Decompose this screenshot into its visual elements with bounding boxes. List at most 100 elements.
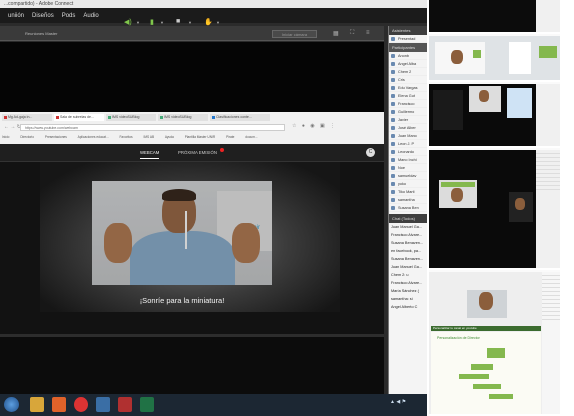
favicon-icon [212,116,215,119]
file-explorer-icon[interactable] [30,397,44,412]
chat-message: Juan Manuel Ga... [391,225,423,229]
participant-row[interactable]: Tiko Marti [389,188,427,196]
favicon-icon [160,116,163,119]
firefox-icon[interactable] [52,397,66,412]
thumbnail-1 [429,0,562,34]
bookmark-item[interactable]: IMS AB [143,135,154,139]
bookmark-item[interactable]: Pirate [226,135,234,139]
bookmark-item[interactable]: docum... [245,135,257,139]
participant-row[interactable]: Mano Inchi [389,156,427,164]
address-bar[interactable]: https://www.youtube.com/webcam [20,124,285,131]
user-icon [391,166,395,170]
participant-row[interactable]: Leon J. P [389,140,427,148]
slide-body [431,332,541,414]
participant-row[interactable]: Juan Mano [389,132,427,140]
participant-row[interactable]: Guillermo [389,108,427,116]
participant-name: Edu Vargas [398,86,418,90]
tab-webcam[interactable]: WEBCAM [140,150,160,159]
speaker-icon[interactable]: ◀) [124,18,132,26]
raise-hand-icon[interactable]: ✋ [204,18,213,26]
shared-browser-chrome: Mg Ad-gaja in... Sala de subrelas de... … [0,112,384,144]
browser-tab[interactable]: Mg Ad-gaja in... [2,114,52,121]
taskbar: ▲ ◀ ⚑ [0,394,427,416]
window-title: ...compartido) - Adobe Connect [0,0,427,8]
participant-row[interactable]: samueldav [389,172,427,180]
participant-row[interactable]: Angel Alba [389,60,427,68]
thumbnail-4 [429,150,562,270]
browser-tab-active[interactable]: Sala de subrelas de... [54,114,104,121]
participant-row[interactable]: Javier [389,116,427,124]
chevron-down-icon[interactable]: ▼ [188,20,192,25]
participant-row[interactable]: Francisco [389,100,427,108]
browser-tab[interactable]: IMS videoSUBlog [106,114,156,121]
bookmark-item[interactable]: Inicio [2,135,9,139]
presenters-row[interactable]: Presentad [389,35,427,43]
participant-name: Juan Mano [398,134,417,138]
menu-icon[interactable]: ≡ [366,30,370,36]
participant-row[interactable]: Anonb [389,52,427,60]
chat-message: Chem 2: u [391,273,409,277]
back-icon[interactable]: ← → ↻ [4,124,21,130]
tab-next-stream[interactable]: PRÓXIMA EMISIÓN [178,150,217,155]
browser-tab[interactable]: Clasificaciones conte... [210,114,270,121]
user-icon [391,126,395,130]
grid-icon[interactable]: ▦ [333,30,339,37]
menu-meeting[interactable]: uniión [8,13,24,19]
chevron-down-icon[interactable]: ▼ [160,20,164,25]
participant-row[interactable]: Noe [389,164,427,172]
participant-name: Elena Gut [398,94,415,98]
participant-row[interactable]: samantha [389,196,427,204]
participant-row[interactable]: José Alber [389,124,427,132]
mini-window [507,88,532,118]
bookmark-item[interactable]: Plantilla Master UNIR [185,135,215,139]
adobe-connect-icon[interactable] [118,397,132,412]
participant-name: Angel Alba [398,62,417,66]
tab-label: Sala de subrelas de... [60,115,94,119]
participant-row[interactable]: Elena Gut [389,92,427,100]
menu-layouts[interactable]: Diseños [32,13,54,19]
mini-face [515,198,525,210]
user-icon [391,78,395,82]
start-camera-button[interactable]: Iniciar cámara [272,30,317,38]
bookmark-item[interactable]: Ayuda [165,135,174,139]
user-icon [391,142,395,146]
chat-message: Francisco Alvare... [391,233,423,237]
bookmark-item[interactable]: Presentaciones [45,135,67,139]
bookmark-item[interactable]: Favoritos [119,135,132,139]
extension-icons[interactable]: ☆ ● ◉ ▣ ⋮ [292,123,337,129]
lower-video-area [0,334,384,394]
start-button[interactable] [4,397,19,412]
participant-row[interactable]: Edu Vargas [389,84,427,92]
fullscreen-icon[interactable]: ⛶ [350,30,354,37]
mini-green-box [539,46,557,58]
chrome-icon[interactable] [74,397,88,412]
mini-side-panel [536,0,562,32]
chevron-down-icon[interactable]: ▼ [136,20,140,25]
chat-message: Juan Manuel Ga... [391,265,423,269]
system-tray[interactable]: ▲ ◀ ⚑ [390,399,406,405]
bookmark-item[interactable]: Aplicaciones educat... [78,135,109,139]
bookmark-item[interactable]: Directorio [20,135,34,139]
participant-row[interactable]: Susana Ben [389,204,427,212]
participant-row[interactable]: Cris [389,76,427,84]
webcam-caption: ¡Sonríe para la miniatura! [139,296,225,305]
app-icon[interactable] [96,397,110,412]
chat-message: Susana Benaven... [391,257,424,261]
mini-face [479,90,489,102]
mini-green-box [459,374,489,379]
adobe-connect-window: ...compartido) - Adobe Connect uniión Di… [0,0,427,416]
thumbnail-2 [429,36,562,82]
menu-audio[interactable]: Audio [83,13,98,19]
avatar[interactable]: C [366,148,375,157]
chat-message: Francisco Alvare... [391,281,423,285]
browser-tab[interactable]: IMS videoSUBlog [158,114,208,121]
participant-row[interactable]: Chem 2 [389,68,427,76]
participant-row[interactable]: yoko [389,180,427,188]
menu-pods[interactable]: Pods [62,13,76,19]
camera-icon[interactable]: ■ [176,18,180,25]
chevron-down-icon[interactable]: ▼ [216,20,220,25]
tab-label: Clasificaciones conte... [216,115,252,119]
excel-icon[interactable] [140,397,154,412]
microphone-icon[interactable]: ▮ [150,18,154,26]
participant-row[interactable]: Leonardo [389,148,427,156]
